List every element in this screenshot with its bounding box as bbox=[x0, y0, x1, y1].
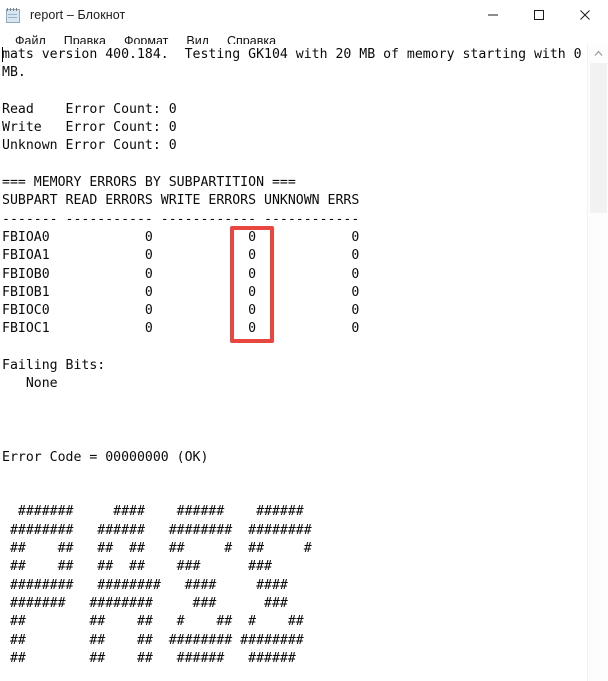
editor-area: mats version 400.184. Testing GK104 with… bbox=[0, 44, 608, 681]
maximize-button[interactable] bbox=[516, 0, 562, 30]
document-text[interactable]: mats version 400.184. Testing GK104 with… bbox=[2, 46, 587, 668]
close-button[interactable] bbox=[562, 0, 608, 30]
text-editor[interactable]: mats version 400.184. Testing GK104 with… bbox=[0, 44, 587, 681]
scrollbar-thumb[interactable] bbox=[590, 63, 607, 213]
scroll-up-arrow-icon[interactable] bbox=[588, 44, 608, 63]
notepad-icon bbox=[5, 7, 22, 24]
window-controls bbox=[470, 0, 608, 30]
window-title: report – Блокнот bbox=[30, 8, 126, 22]
minimize-button[interactable] bbox=[470, 0, 516, 30]
notepad-window: report – Блокнот Файл Правка Формат Вид … bbox=[0, 0, 608, 681]
text-caret bbox=[2, 47, 3, 62]
title-bar: report – Блокнот bbox=[0, 0, 608, 30]
vertical-scrollbar[interactable] bbox=[587, 44, 608, 681]
